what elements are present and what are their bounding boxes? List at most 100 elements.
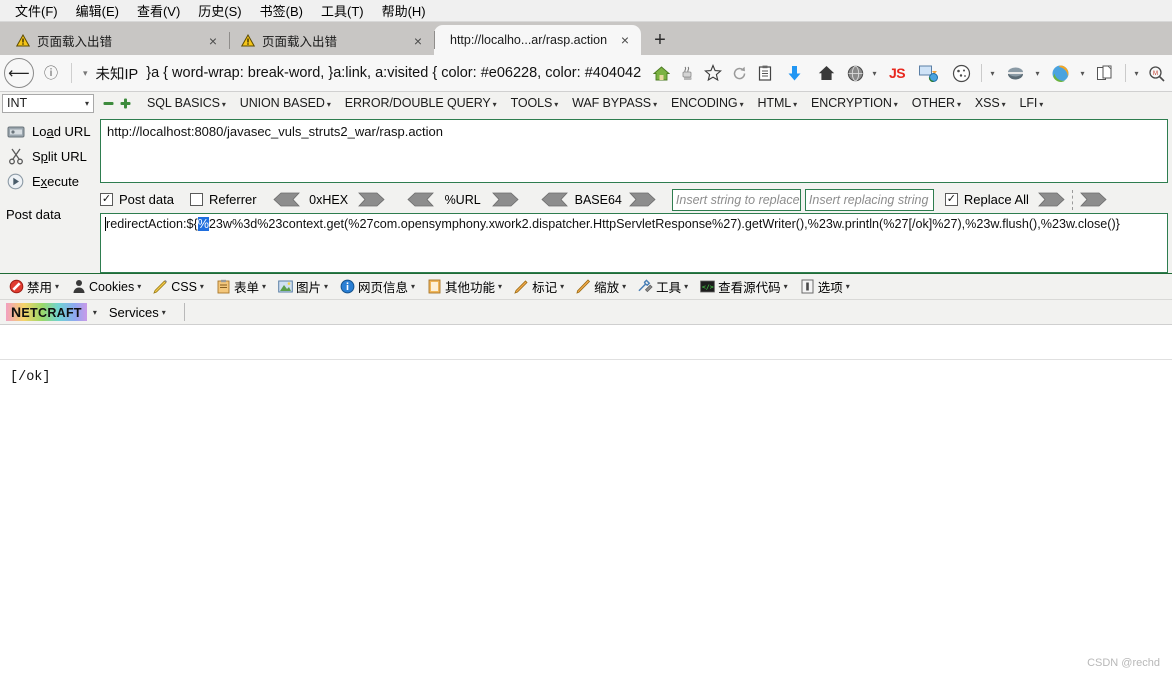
browser-tab-3[interactable]: http://localho...ar/rasp.action × <box>434 25 641 55</box>
replace-extra-button[interactable] <box>1080 192 1107 207</box>
close-icon[interactable]: × <box>205 33 221 49</box>
label: OTHER <box>911 96 955 110</box>
wdt-item-css[interactable]: CSS ▾ <box>147 278 210 295</box>
chevron-down-icon[interactable]: ▾ <box>1131 69 1142 78</box>
new-tab-button[interactable]: + <box>647 27 673 53</box>
close-icon[interactable]: × <box>410 33 426 49</box>
hackbar-category-encryption[interactable]: ENCRYPTION ▾ <box>804 95 905 111</box>
chevron-down-icon[interactable]: ▾ <box>77 68 94 79</box>
hackbar-category-waf-bypass[interactable]: WAF BYPASS ▾ <box>565 95 664 111</box>
split-url-button[interactable]: Split URL <box>0 144 100 169</box>
info-circle-icon[interactable]: ⓘ <box>36 58 66 88</box>
referrer-checkbox[interactable]: Referrer <box>189 192 257 207</box>
chevron-down-icon: ▾ <box>1039 100 1044 109</box>
decode-hex-button[interactable] <box>273 192 300 207</box>
navigation-toolbar: ⟵ ⓘ ▾ 未知IP }a { word-wrap: break-word, }… <box>0 55 1172 92</box>
search-magnify-icon[interactable]: M <box>1144 60 1168 86</box>
netcraft-services-menu[interactable]: Services ▾ <box>103 304 172 321</box>
remove-button[interactable] <box>103 98 114 109</box>
menu-item-help[interactable]: 帮助(H) <box>373 0 435 22</box>
chevron-down-icon: ▾ <box>653 100 657 109</box>
encode-base64-button[interactable] <box>628 192 656 207</box>
chevron-down-icon: ▾ <box>326 100 331 109</box>
clipboard-icon[interactable] <box>753 60 777 86</box>
translate-icon[interactable] <box>914 60 944 86</box>
menu-item-bookmarks[interactable]: 书签(B) <box>251 0 312 22</box>
browser-tab-2[interactable]: 页面载入出错 × <box>229 26 434 55</box>
chevron-down-icon: ▾ <box>199 282 204 291</box>
encoder-label: 0xHEX <box>309 192 349 207</box>
wdt-item-cookies[interactable]: Cookies ▾ <box>65 278 147 295</box>
hackbar-category-xss[interactable]: XSS ▾ <box>968 95 1013 111</box>
chevron-down-icon: ▾ <box>956 100 961 109</box>
wdt-item-options[interactable]: 选项 ▾ <box>794 276 856 297</box>
home-button-icon[interactable] <box>811 60 841 86</box>
hackbar-category-encoding[interactable]: ENCODING ▾ <box>664 95 751 111</box>
hackbar-category-other[interactable]: OTHER ▾ <box>905 95 968 111</box>
wdt-item-images[interactable]: 图片 ▾ <box>272 276 334 297</box>
url-input[interactable]: 未知IP }a { word-wrap: break-word, }a:link… <box>96 60 647 86</box>
js-toggle-icon[interactable]: JS <box>882 60 912 86</box>
cookie-icon[interactable] <box>946 60 976 86</box>
reload-icon[interactable] <box>727 60 751 86</box>
menu-item-file[interactable]: 文件(F) <box>6 0 67 22</box>
wdt-label: CSS <box>171 279 197 294</box>
chevron-down-icon[interactable]: ▾ <box>93 308 97 317</box>
download-arrow-icon[interactable] <box>779 60 809 86</box>
firefox-icon[interactable] <box>1045 60 1075 86</box>
search-string-placeholder: Insert string to replace <box>675 192 800 207</box>
wdt-item-page-info[interactable]: 网页信息 ▾ <box>334 276 421 297</box>
chevron-down-icon[interactable]: ▾ <box>1077 69 1088 78</box>
hackbar-category-sql-basics[interactable]: SQL BASICS ▾ <box>140 95 233 111</box>
hackbar-body: Load URL Split URL Execute Post data htt… <box>0 114 1172 273</box>
hackbar-icon[interactable] <box>1000 60 1030 86</box>
label: ERROR/DOUBLE QUERY <box>344 96 491 110</box>
wdt-item-outline[interactable]: 标记 ▾ <box>508 276 570 297</box>
hackbar-category-union-based[interactable]: UNION BASED ▾ <box>233 95 338 111</box>
globe-grey-icon[interactable] <box>843 60 867 86</box>
wdt-item-tools[interactable]: 工具 ▾ <box>632 276 694 297</box>
replace-all-checkbox[interactable]: ✓ Replace All <box>944 192 1029 207</box>
close-icon[interactable]: × <box>617 32 633 48</box>
netcraft-logo[interactable]: NETCRAFT <box>6 303 87 321</box>
wdt-item-disable[interactable]: 禁用 ▾ <box>3 276 65 297</box>
search-string-input[interactable]: Insert string to replace <box>671 188 801 211</box>
wdt-item-resize[interactable]: 缩放 ▾ <box>570 276 632 297</box>
java-icon[interactable] <box>675 60 699 86</box>
hackbar-category-error-double-query[interactable]: ERROR/DOUBLE QUERY ▾ <box>338 95 504 111</box>
chevron-down-icon[interactable]: ▾ <box>1032 69 1043 78</box>
hackbar-category-html[interactable]: HTML ▾ <box>750 95 804 111</box>
replace-apply-button[interactable] <box>1038 192 1065 207</box>
execute-button[interactable]: Execute <box>0 169 100 194</box>
menu-item-view[interactable]: 查看(V) <box>128 0 189 22</box>
split-url-icon <box>6 148 25 166</box>
encode-hex-button[interactable] <box>357 192 385 207</box>
chevron-down-icon[interactable]: ▾ <box>869 69 880 78</box>
wdt-item-misc[interactable]: 其他功能 ▾ <box>421 276 508 297</box>
hackbar-url-input[interactable]: http://localhost:8080/javasec_vuls_strut… <box>100 119 1168 183</box>
chevron-down-icon[interactable]: ▾ <box>987 69 998 78</box>
post-data-textarea[interactable]: redirectAction:${%23w%3d%23context.get(%… <box>100 213 1168 273</box>
star-bookmark-icon[interactable] <box>701 60 725 86</box>
injection-type-select[interactable]: INT ▾ <box>2 93 94 113</box>
menu-item-tools[interactable]: 工具(T) <box>312 0 373 22</box>
load-url-button[interactable]: Load URL <box>0 119 100 144</box>
replace-string-input[interactable]: Insert replacing string <box>804 188 934 211</box>
page-copy-icon[interactable] <box>1090 60 1120 86</box>
decode-base64-button[interactable] <box>541 192 568 207</box>
hackbar-category-lfi[interactable]: LFI ▾ <box>1013 95 1051 111</box>
back-arrow-icon[interactable]: ⟵ <box>4 58 34 88</box>
add-button[interactable] <box>120 98 131 109</box>
decode-url-button[interactable] <box>407 192 434 207</box>
wdt-item-forms[interactable]: 表单 ▾ <box>210 276 272 297</box>
menu-item-edit[interactable]: 编辑(E) <box>67 0 128 22</box>
browser-tab-1[interactable]: 页面载入出错 × <box>4 26 229 55</box>
post-data-checkbox[interactable]: ✓ Post data <box>100 192 174 207</box>
label: SQL BASICS <box>147 96 220 110</box>
chevron-down-icon: ▾ <box>498 282 503 291</box>
encode-url-button[interactable] <box>491 192 519 207</box>
menu-item-history[interactable]: 历史(S) <box>189 0 250 22</box>
home-icon[interactable] <box>649 60 673 86</box>
wdt-item-view-source[interactable]: </> 查看源代码 ▾ <box>694 276 794 297</box>
hackbar-category-tools[interactable]: TOOLS ▾ <box>504 95 566 111</box>
